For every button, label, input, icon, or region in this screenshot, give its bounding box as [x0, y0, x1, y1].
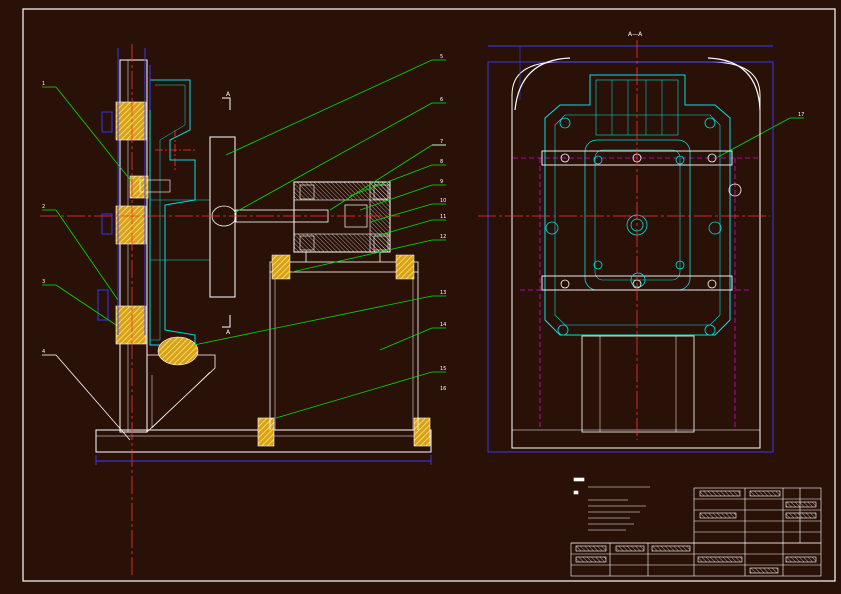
leader-label-7: 7 — [440, 139, 443, 145]
technical-notes — [573, 477, 650, 531]
leader-label-10: 10 — [440, 198, 446, 204]
leader-label-2: 2 — [42, 204, 45, 210]
section-mark-lower: A — [226, 329, 231, 336]
leader-label-3: 3 — [42, 279, 45, 285]
front-center-lines — [40, 44, 400, 575]
section-view-title: A—A — [628, 31, 643, 38]
section-center-lines — [478, 40, 770, 440]
title-block — [570, 487, 822, 577]
leader-label-6: 6 — [440, 97, 443, 103]
leader-label-8: 8 — [440, 159, 443, 165]
leader-label-13: 13 — [440, 290, 446, 296]
leader-label-12: 12 — [440, 234, 446, 240]
leader-label-17: 17 — [798, 112, 804, 118]
pressing-plate — [209, 136, 236, 298]
leader-label-15: 15 — [440, 366, 446, 372]
section-mark-upper: A — [226, 91, 231, 98]
leader-label-11: 11 — [440, 214, 446, 220]
front-view — [95, 59, 432, 453]
assembly-drawing: A A 1 2 3 4 5 6 7 8 9 10 11 12 13 14 15 … — [22, 8, 836, 582]
leader-label-5: 5 — [440, 54, 443, 60]
leader-label-9: 9 — [440, 179, 443, 185]
leader-label-14: 14 — [440, 322, 446, 328]
leader-label-1: 1 — [42, 81, 45, 87]
leader-label-16: 16 — [440, 386, 446, 392]
leader-label-4: 4 — [42, 349, 45, 355]
section-view: A—A — [487, 31, 774, 453]
section-marks — [222, 97, 231, 328]
